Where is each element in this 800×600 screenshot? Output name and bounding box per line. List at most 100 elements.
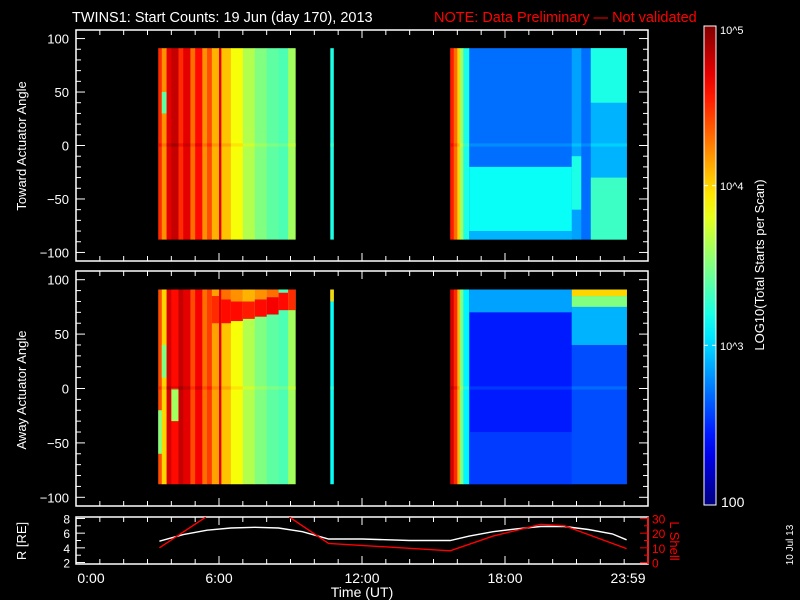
spectrogram-zero-line	[221, 143, 232, 147]
spectrogram-zero-line	[288, 143, 296, 147]
spectrogram-zero-line	[161, 386, 167, 390]
spectrogram-zero-line	[230, 386, 244, 390]
x-tick-label: 6:00	[205, 570, 232, 586]
spectrogram-zero-line	[242, 143, 256, 147]
lshell-y-tick-label: 20	[652, 527, 666, 541]
spectrogram-band	[571, 306, 627, 345]
toward-y-tick-label: −100	[40, 245, 69, 260]
spectrogram-band	[230, 289, 244, 302]
spectrogram-zero-line	[571, 143, 582, 147]
spectrogram-zero-line	[330, 386, 334, 390]
colorbar-tick-label-100: 100	[721, 494, 745, 510]
spectrogram-zero-line	[453, 143, 458, 147]
spectrogram-band	[254, 289, 268, 300]
spectrogram-zero-line	[158, 386, 163, 390]
x-tick-label: 12:00	[344, 570, 379, 586]
spectrogram-zero-line	[242, 386, 256, 390]
spectrogram-zero-line	[590, 143, 627, 147]
spectrogram-zero-line	[459, 386, 464, 390]
spectrogram-zero-line	[469, 143, 573, 147]
toward-y-tick-label: −50	[47, 192, 69, 207]
toward-ylabel: Toward Actuator Angle	[14, 81, 29, 210]
spectrogram-zero-line	[278, 386, 289, 390]
spectrogram-band	[590, 48, 627, 103]
spectrogram-zero-line	[171, 386, 179, 390]
spectrogram-zero-line	[219, 386, 222, 390]
spectrogram-band	[330, 289, 334, 302]
spectrogram-band	[242, 289, 256, 302]
spectrogram-zero-line	[266, 143, 279, 147]
away-y-tick-label: −100	[40, 490, 69, 505]
spectrogram-zero-line	[459, 143, 464, 147]
lshell-y-tick-label: 10	[652, 542, 666, 556]
spectrogram-band	[266, 289, 279, 298]
spectrogram-band	[278, 292, 289, 311]
spectrogram-band	[571, 289, 627, 297]
spectrogram-zero-line	[254, 143, 268, 147]
spectrogram-band	[571, 296, 627, 307]
spectrogram-zero-line	[450, 386, 455, 390]
spectrogram-zero-line	[266, 386, 279, 390]
spectrogram-zero-line	[202, 143, 208, 147]
colorbar-tick-label-1e5: 10^5	[720, 25, 744, 37]
plot-title: TWINS1: Start Counts: 19 Jun (day 170), …	[72, 10, 373, 26]
away-y-tick-label: 50	[55, 327, 69, 342]
spectrogram-zero-line	[457, 386, 461, 390]
spectrogram-zero-line	[183, 143, 191, 147]
spectrogram-zero-line	[195, 143, 203, 147]
x-tick-label: 0:00	[77, 570, 104, 586]
spectrogram-zero-line	[178, 143, 184, 147]
spectrogram-zero-line	[166, 386, 172, 390]
spectrogram-band	[221, 289, 232, 300]
spectrogram-zero-line	[190, 386, 196, 390]
spectrogram-band	[469, 231, 573, 240]
away-y-tick-label: −50	[47, 436, 69, 451]
x-tick-label: 23:59	[610, 570, 645, 586]
spectrogram-zero-line	[158, 143, 163, 147]
spectrogram-band	[161, 92, 167, 114]
toward-y-tick-label: 0	[62, 139, 69, 154]
colorbar-tick-label-1e3: 10^3	[720, 341, 744, 353]
spectrogram-zero-line	[469, 386, 573, 390]
away-y-tick-label: 0	[62, 382, 69, 397]
spectrogram-zero-line	[230, 143, 244, 147]
spectrogram-zero-line	[202, 386, 208, 390]
spectrogram-zero-line	[166, 143, 172, 147]
spectrogram-zero-line	[183, 386, 191, 390]
spectrogram-band	[288, 289, 296, 311]
spectrogram-zero-line	[453, 386, 458, 390]
away-ylabel: Away Actuator Angle	[14, 330, 29, 449]
spectrogram-band	[211, 296, 220, 324]
r-y-tick-label: 8	[63, 512, 70, 526]
r-y-tick-label: 4	[63, 542, 70, 556]
spectrogram-band	[161, 344, 167, 378]
twins-start-counts-figure: TWINS1: Start Counts: 19 Jun (day 170), …	[0, 0, 800, 600]
spectrogram-band	[230, 301, 244, 322]
spectrogram-zero-line	[207, 143, 213, 147]
colorbar-tick-label-1e4: 10^4	[720, 181, 744, 193]
spectrogram-zero-line	[254, 386, 268, 390]
spectrogram-zero-line	[161, 143, 167, 147]
xaxis-label: Time (UT)	[331, 584, 393, 600]
spectrogram-zero-line	[195, 386, 203, 390]
spectrogram-zero-line	[207, 386, 213, 390]
colorbar-label: LOG10(Total Starts per Scan)	[752, 179, 767, 350]
lshell-y-tick-label: 0	[652, 557, 659, 571]
spectrogram-zero-line	[190, 143, 196, 147]
spectrogram-zero-line	[211, 143, 220, 147]
r-y-tick-label: 2	[63, 557, 70, 571]
spectrogram-zero-line	[450, 143, 455, 147]
spectrogram-band	[171, 388, 179, 422]
spectrogram-band	[469, 432, 573, 485]
colorbar-scale	[703, 25, 717, 506]
lshell-ylabel: L Shell	[667, 521, 682, 560]
lshell-y-tick-label: 30	[652, 512, 666, 526]
spectrogram-zero-line	[330, 143, 334, 147]
spectrogram-band	[469, 289, 573, 313]
spectrogram-zero-line	[463, 386, 470, 390]
spectrogram-zero-line	[221, 386, 232, 390]
r-ylabel: R [RE]	[14, 522, 29, 560]
spectrogram-zero-line	[571, 386, 627, 390]
x-tick-label: 18:00	[487, 570, 522, 586]
toward-y-tick-label: 50	[55, 85, 69, 100]
